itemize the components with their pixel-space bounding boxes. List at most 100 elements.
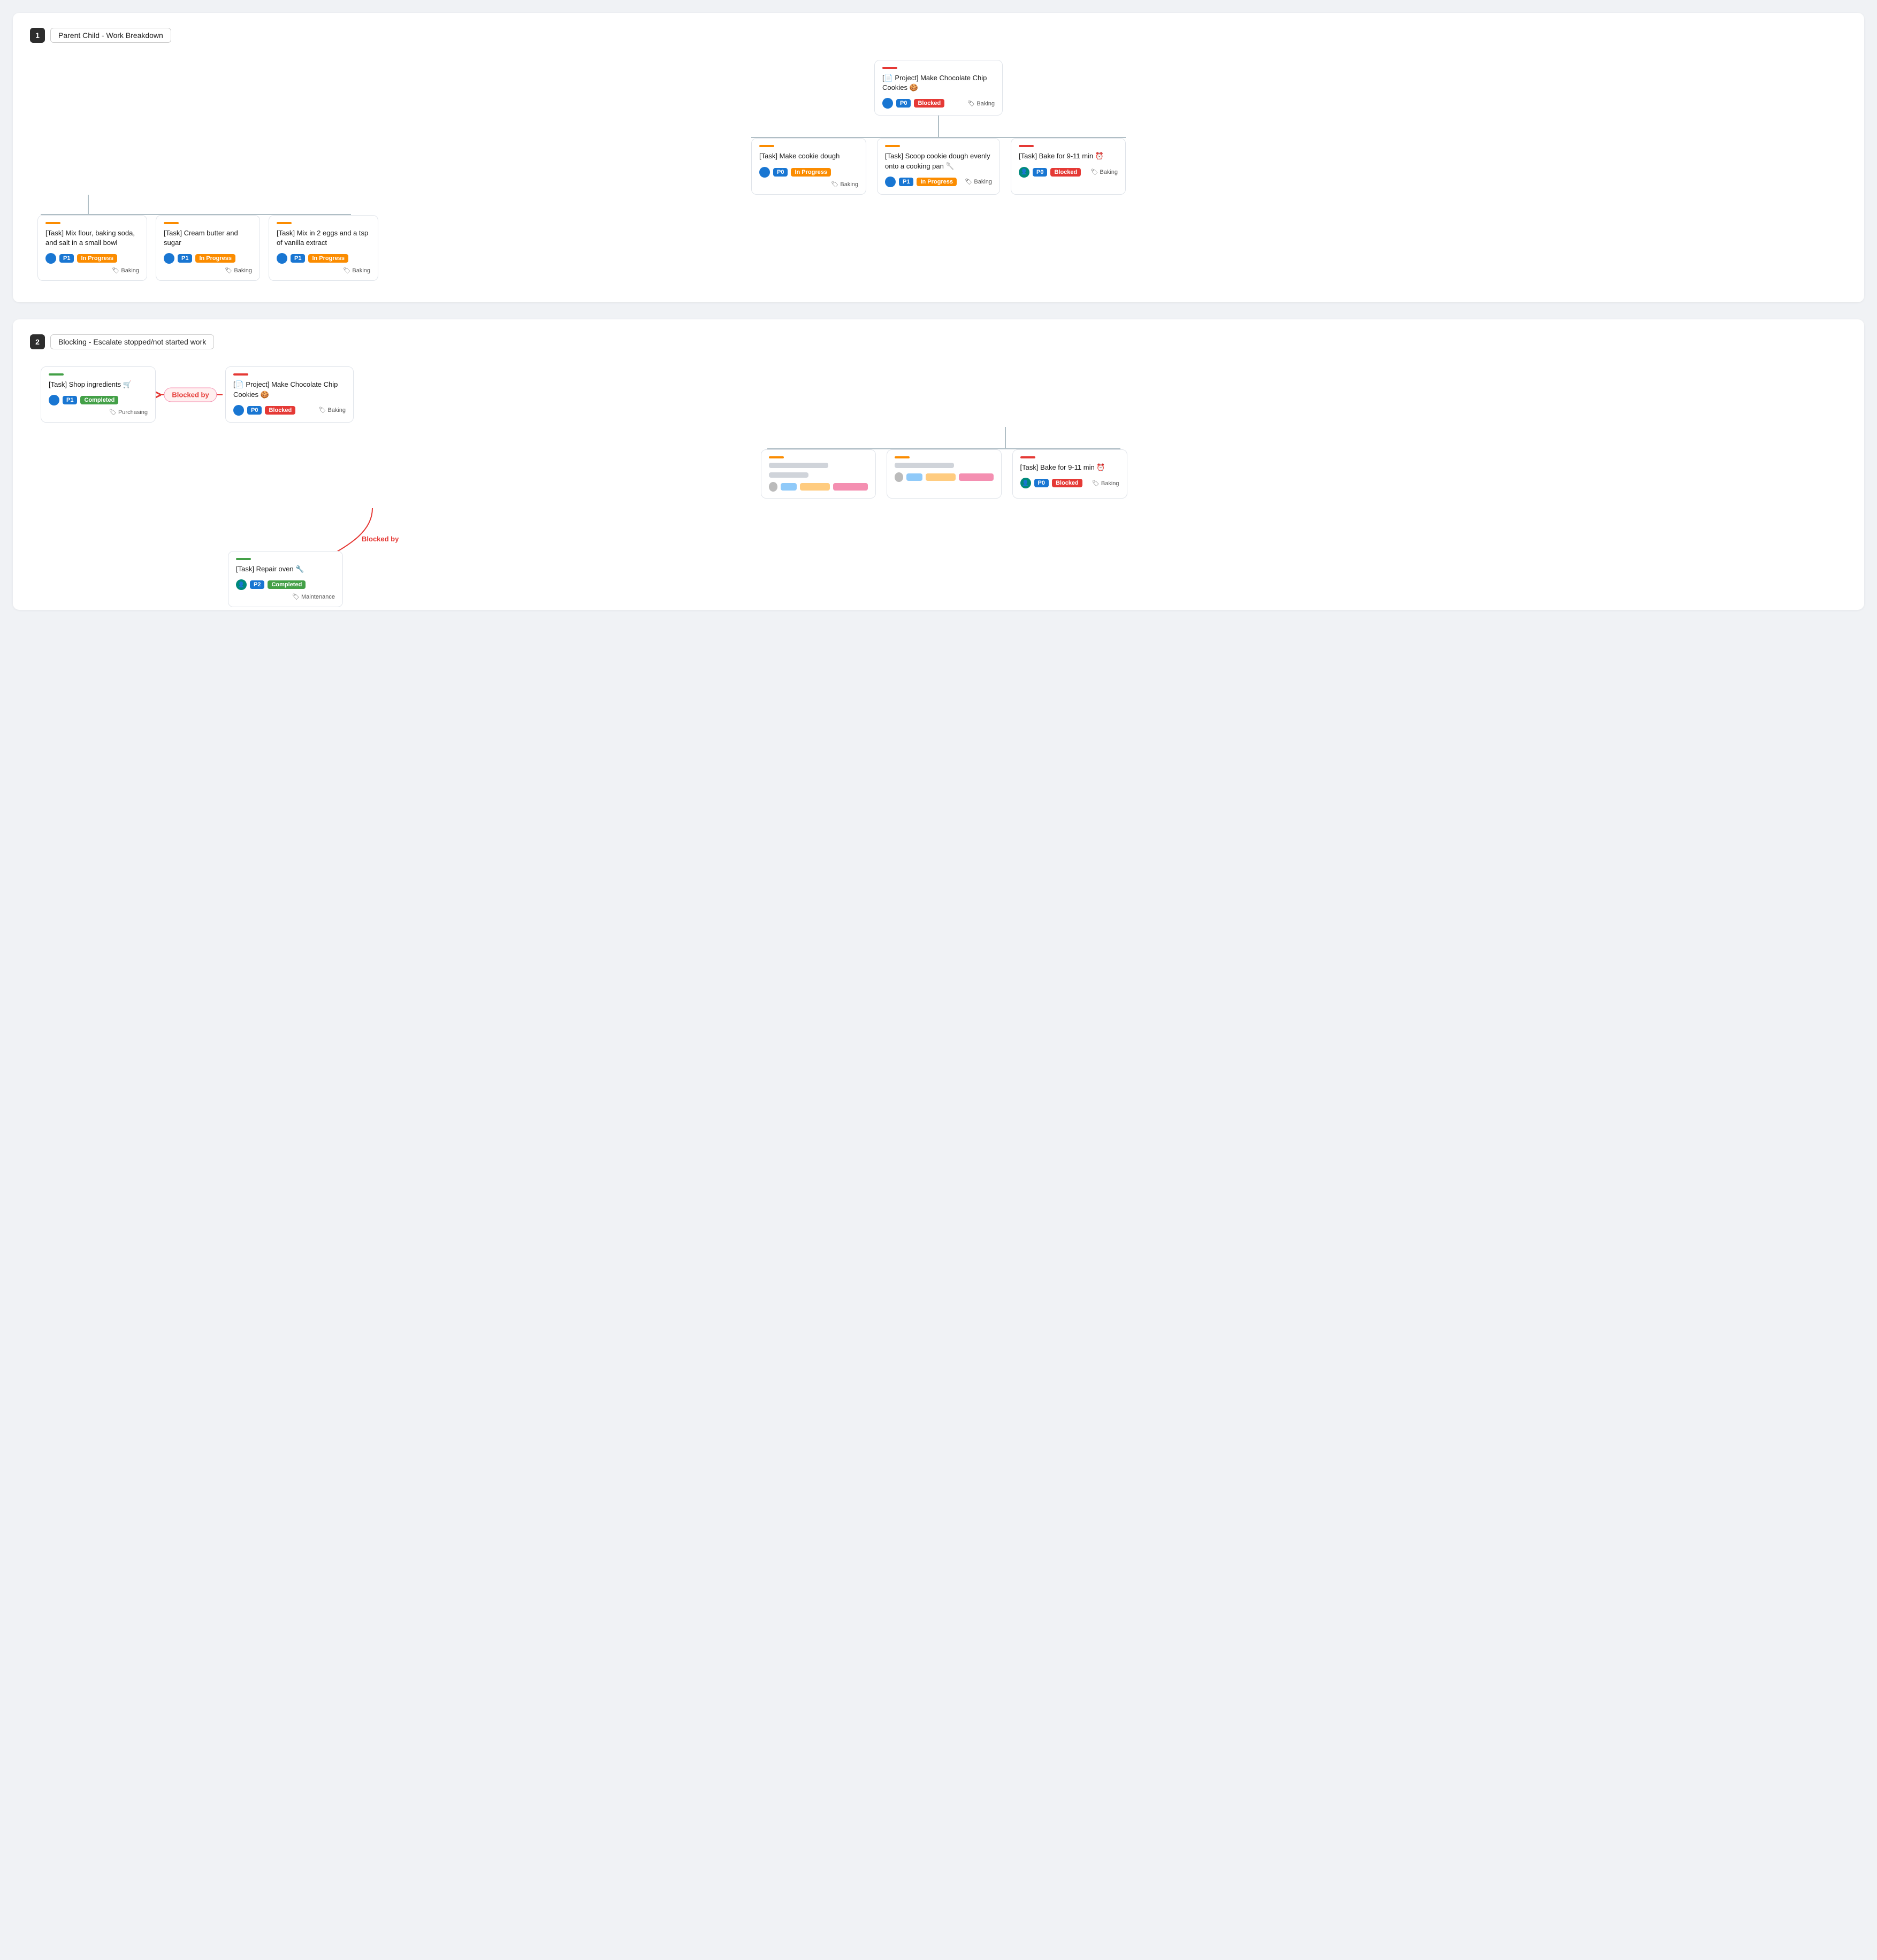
team-badge: 🏷 Maintenance	[292, 593, 335, 600]
card-repair[interactable]: [Task] Repair oven 🔧 👤 P2 Completed 🏷 Ma…	[228, 551, 343, 607]
blur-footer	[769, 482, 868, 492]
blur-line	[769, 463, 828, 468]
card-mix-flour[interactable]: [Task] Mix flour, baking soda, and salt …	[37, 215, 147, 281]
card-footer: 👤 P0 Blocked 🏷 Baking	[882, 98, 995, 109]
avatar: 👤	[236, 579, 247, 590]
card-footer: 👤 P1 In Progress 🏷 Baking	[885, 177, 992, 187]
connector-v2	[88, 195, 89, 214]
priority-badge: P1	[291, 254, 305, 263]
team-badge: 🏷 Baking	[1090, 169, 1118, 175]
priority-badge: P1	[178, 254, 192, 263]
card-footer: 👤 P1 In Progress 🏷 Baking	[45, 253, 139, 274]
status-badge: Blocked	[914, 99, 944, 108]
card-bar	[885, 145, 900, 147]
blur-badge2	[926, 473, 956, 481]
status-badge: In Progress	[308, 254, 348, 263]
card-footer: 👤 P2 Completed 🏷 Maintenance	[236, 579, 335, 600]
status-badge: Completed	[268, 580, 306, 589]
section-2-title: Blocking - Escalate stopped/not started …	[50, 334, 214, 349]
card-bar	[164, 222, 179, 224]
blur-badge	[781, 483, 797, 491]
card-blurred-2	[887, 449, 1002, 499]
status-badge: Blocked	[1050, 168, 1081, 177]
blur-badge	[906, 473, 922, 481]
avatar: 👤	[164, 253, 174, 264]
card-root-2[interactable]: [📄 Project] Make Chocolate Chip Cookies …	[225, 366, 354, 422]
card-title: [Task] Cream butter and sugar	[164, 228, 252, 248]
card-title: [Task] Bake for 9-11 min ⏰	[1019, 151, 1118, 161]
team-badge: 🏷 Baking	[225, 267, 252, 274]
blur-line	[769, 472, 808, 478]
card-footer: 👤 P0 Blocked 🏷 Baking	[233, 405, 346, 416]
avatar: 👤	[885, 177, 896, 187]
card-bar	[277, 222, 292, 224]
team-badge: 🏷 Baking	[1092, 480, 1119, 487]
team-badge: 🏷 Baking	[965, 178, 992, 185]
status-badge: In Progress	[195, 254, 235, 263]
section-2-num: 2	[30, 334, 45, 349]
avatar: 👤	[1020, 478, 1031, 488]
card-bar	[49, 373, 64, 376]
blur-line	[895, 463, 954, 468]
blocked-by-arrow-svg-2	[30, 503, 415, 588]
connector-v3	[1005, 427, 1006, 448]
section-1-header: 1 Parent Child - Work Breakdown	[30, 28, 1847, 43]
avatar: 👤	[277, 253, 287, 264]
status-badge: Blocked	[265, 406, 295, 415]
blocked-by-label-2: Blocked by	[362, 535, 399, 543]
priority-badge: P0	[773, 168, 788, 177]
level1-row: [Task] Make cookie dough 👤 P0 In Progres…	[30, 138, 1847, 194]
status-badge: In Progress	[791, 168, 831, 177]
avatar: 👤	[882, 98, 893, 109]
card-title: [Task] Bake for 9-11 min ⏰	[1020, 463, 1119, 472]
blocked-by-arrow-1: Blocked by	[156, 387, 225, 403]
status-badge: In Progress	[917, 178, 957, 186]
status-badge: Blocked	[1052, 479, 1082, 487]
blocked-by-section-2: Blocked by [Task] Repair oven 🔧 👤 P2 Com…	[30, 503, 1847, 588]
card-title: [Task] Mix in 2 eggs and a tsp of vanill…	[277, 228, 370, 248]
card-make-dough[interactable]: [Task] Make cookie dough 👤 P0 In Progres…	[751, 138, 866, 194]
card-blurred-1	[761, 449, 876, 499]
blur-team	[833, 483, 868, 491]
priority-badge: P1	[59, 254, 74, 263]
card-bar	[45, 222, 60, 224]
avatar: 👤	[45, 253, 56, 264]
card-cream-butter[interactable]: [Task] Cream butter and sugar 👤 P1 In Pr…	[156, 215, 260, 281]
team-badge: 🏷 Baking	[343, 267, 370, 274]
priority-badge: P1	[63, 396, 77, 404]
card-mix-eggs[interactable]: [Task] Mix in 2 eggs and a tsp of vanill…	[269, 215, 378, 281]
section-1: 1 Parent Child - Work Breakdown [📄 Proje…	[13, 13, 1864, 302]
card-footer: 👤 P1 Completed 🏷 Purchasing	[49, 395, 148, 416]
s2-level1-row: [Task] Bake for 9-11 min ⏰ 👤 P0 Blocked …	[30, 449, 1847, 499]
card-bar	[769, 456, 784, 458]
section-2-header: 2 Blocking - Escalate stopped/not starte…	[30, 334, 1847, 349]
card-shop[interactable]: [Task] Shop ingredients 🛒 👤 P1 Completed…	[41, 366, 156, 423]
team-badge: 🏷 Purchasing	[109, 409, 148, 416]
section-1-title: Parent Child - Work Breakdown	[50, 28, 171, 43]
card-bar	[233, 373, 248, 376]
blur-footer	[895, 472, 994, 482]
avatar: 👤	[759, 167, 770, 178]
blur-dot	[769, 482, 778, 492]
card-title: [Task] Mix flour, baking soda, and salt …	[45, 228, 139, 248]
team-badge: 🏷 Baking	[831, 181, 858, 188]
priority-badge: P0	[1034, 479, 1049, 487]
card-bar	[1020, 456, 1035, 458]
card-bar	[882, 67, 897, 69]
card-footer: 👤 P0 Blocked 🏷 Baking	[1020, 478, 1119, 488]
avatar: 👤	[49, 395, 59, 405]
card-bar	[759, 145, 774, 147]
card-bake-1[interactable]: [Task] Bake for 9-11 min ⏰ 👤 P0 Blocked …	[1011, 138, 1126, 194]
card-title: [Task] Shop ingredients 🛒	[49, 380, 148, 389]
card-bake-2[interactable]: [Task] Bake for 9-11 min ⏰ 👤 P0 Blocked …	[1012, 449, 1127, 499]
card-root-1[interactable]: [📄 Project] Make Chocolate Chip Cookies …	[874, 60, 1003, 116]
priority-badge: P0	[247, 406, 262, 415]
level2-row: [Task] Mix flour, baking soda, and salt …	[30, 215, 1847, 281]
team-badge: 🏷 Baking	[967, 100, 995, 107]
card-title: [📄 Project] Make Chocolate Chip Cookies …	[882, 73, 995, 93]
section-1-num: 1	[30, 28, 45, 43]
card-title: [Task] Scoop cookie dough evenly onto a …	[885, 151, 992, 171]
card-footer: 👤 P0 Blocked 🏷 Baking	[1019, 167, 1118, 178]
connector-v	[938, 116, 939, 137]
card-scoop-dough[interactable]: [Task] Scoop cookie dough evenly onto a …	[877, 138, 1000, 194]
